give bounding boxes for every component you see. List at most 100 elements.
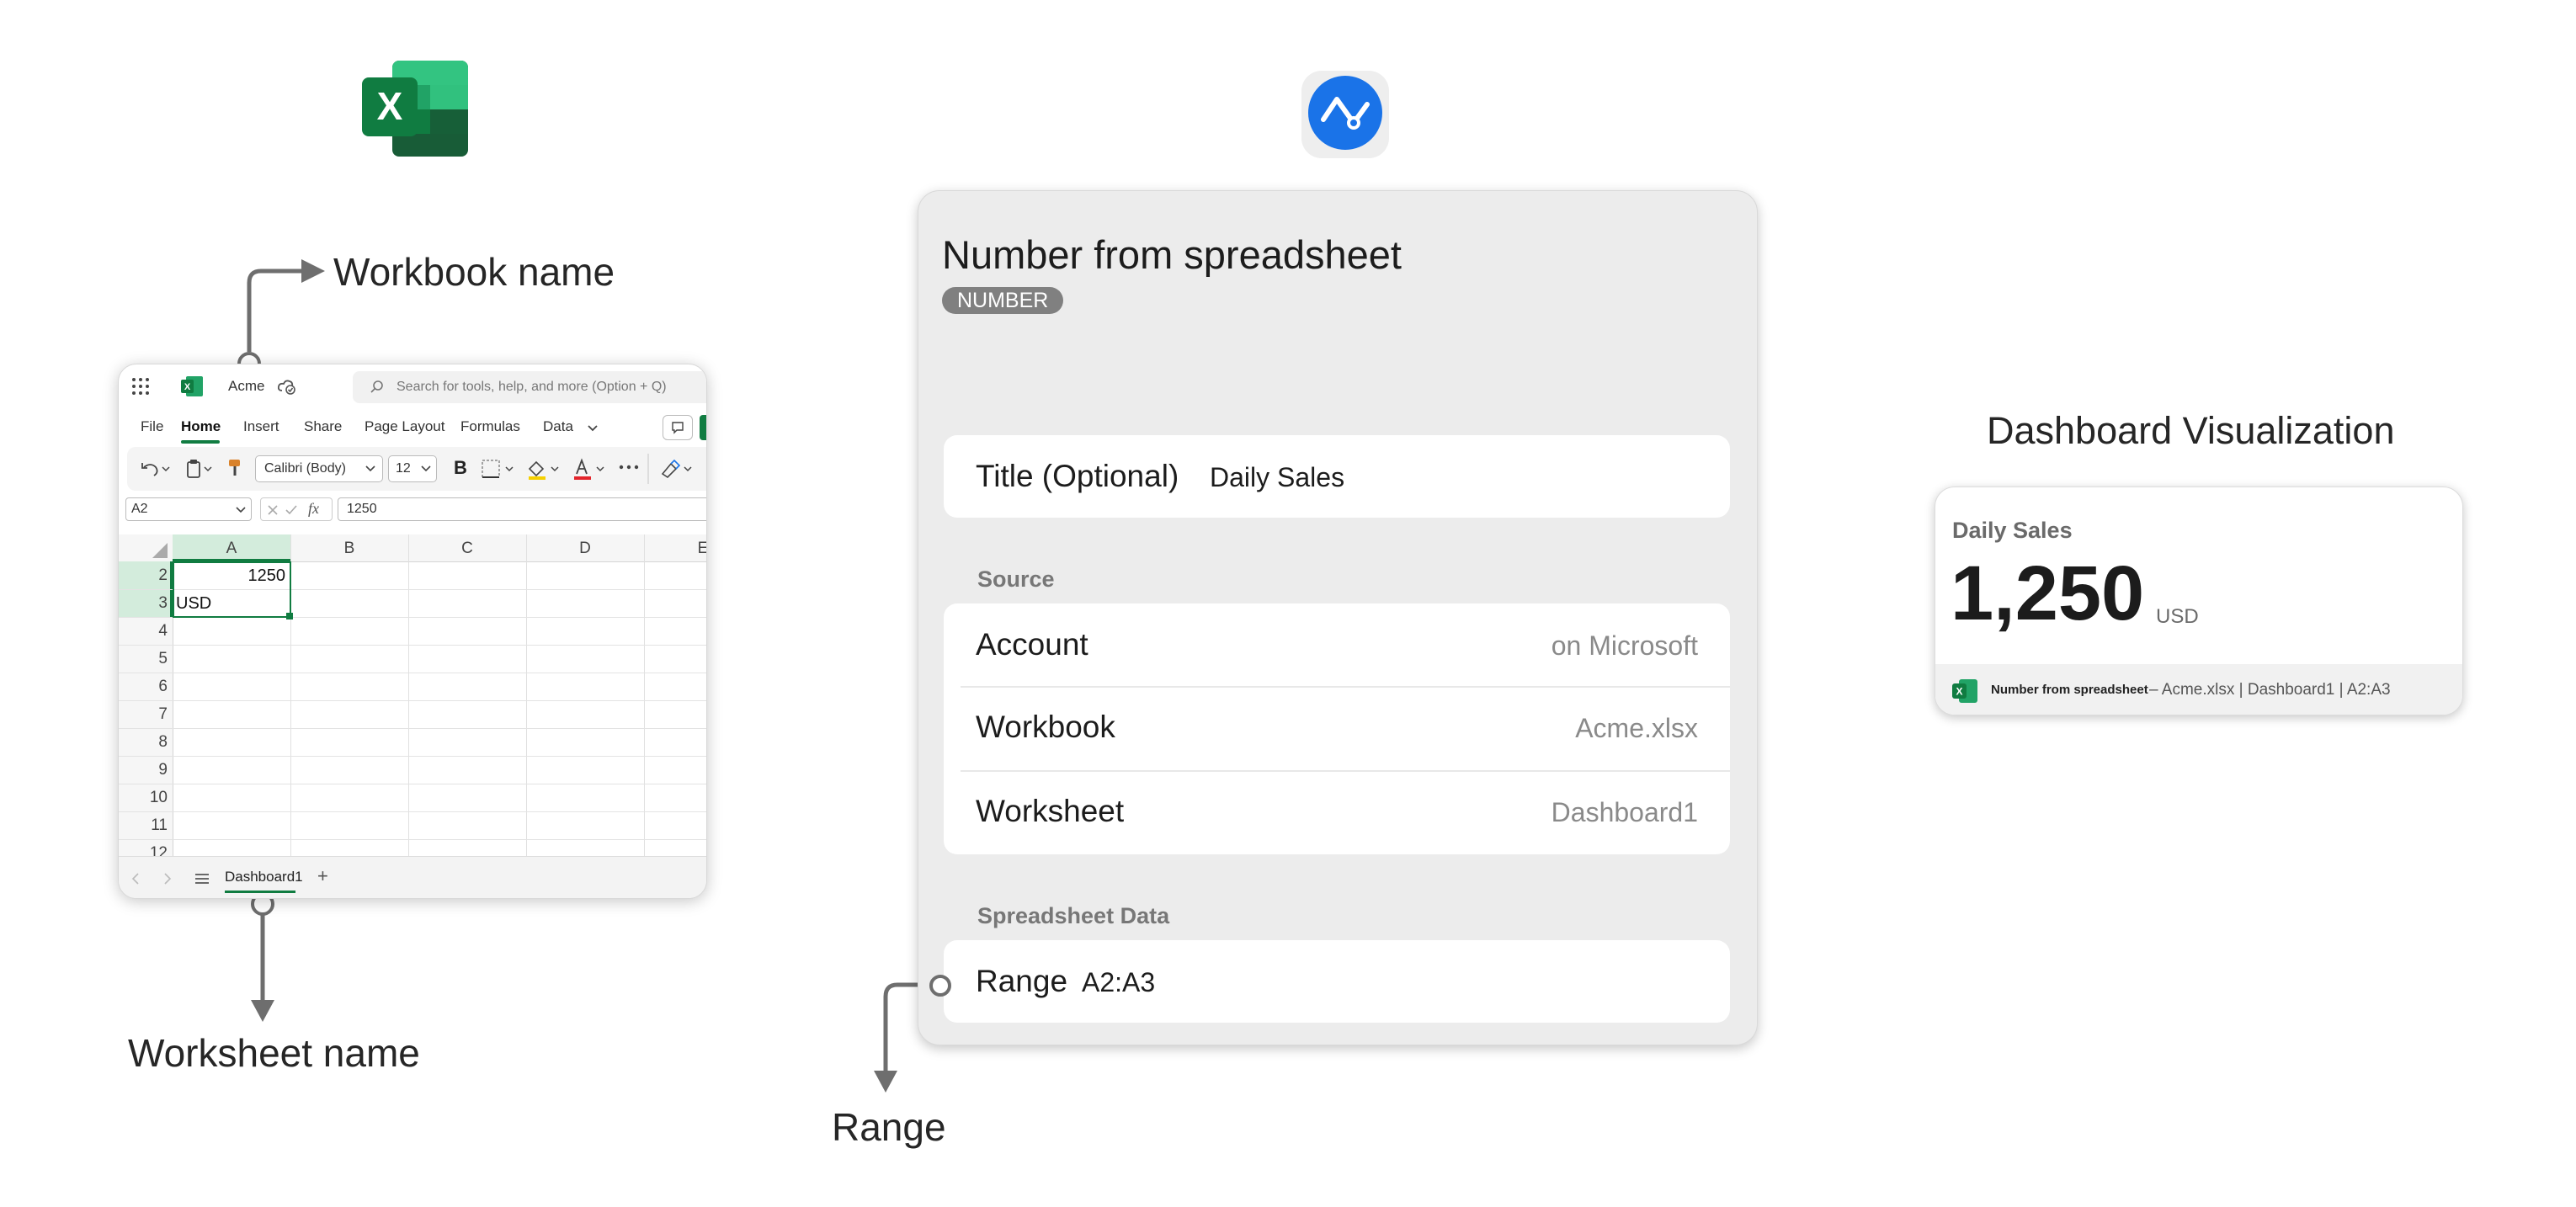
- spreadsheet-data-section-header: Spreadsheet Data: [977, 903, 1170, 928]
- grid-line: [526, 534, 527, 856]
- annotation-dashboard-visualization: Dashboard Visualization: [1987, 409, 2395, 452]
- excel-small-icon: X: [181, 376, 203, 396]
- comments-button[interactable]: [663, 415, 693, 440]
- range-value[interactable]: A2:A3: [1082, 967, 1155, 998]
- insert-function-icon[interactable]: fx: [308, 500, 319, 518]
- title-field[interactable]: Title (Optional) Daily Sales: [944, 435, 1730, 518]
- format-painter-icon[interactable]: [226, 457, 243, 481]
- fill-handle[interactable]: [286, 613, 293, 619]
- borders-icon[interactable]: [481, 459, 519, 479]
- app-launcher-icon[interactable]: [130, 376, 151, 396]
- tab-insert[interactable]: Insert: [243, 418, 279, 435]
- tab-formulas[interactable]: Formulas: [460, 418, 520, 435]
- row-header-9[interactable]: 9: [119, 761, 173, 779]
- cell-a3[interactable]: USD: [176, 594, 211, 614]
- column-header-e[interactable]: E: [644, 540, 706, 558]
- grid-line: [644, 534, 645, 856]
- font-color-icon[interactable]: [572, 457, 610, 481]
- worksheet-grid[interactable]: A B C D E 23456789101112 1250 USD: [119, 534, 706, 868]
- grid-row-line: [119, 700, 706, 701]
- enter-check-icon[interactable]: [285, 503, 298, 517]
- paste-icon[interactable]: [184, 457, 218, 481]
- row-header-8[interactable]: 8: [119, 733, 173, 752]
- bold-button[interactable]: B: [454, 457, 467, 479]
- dashboard-unit: USD: [2156, 605, 2199, 628]
- tab-file[interactable]: File: [141, 418, 163, 435]
- annotation-range: Range: [832, 1105, 946, 1149]
- cancel-icon[interactable]: [266, 503, 279, 517]
- dashboard-card[interactable]: Daily Sales 1,250 USD X Number from spre…: [1935, 487, 2463, 715]
- column-header-b[interactable]: B: [290, 540, 408, 558]
- tab-data[interactable]: Data: [543, 418, 573, 435]
- annotation-worksheet-name: Worksheet name: [128, 1031, 420, 1075]
- shortcut-panel: Number from spreadsheet NUMBER Title (Op…: [918, 190, 1758, 1045]
- formula-controls: fx: [260, 497, 333, 521]
- column-header-d[interactable]: D: [526, 540, 644, 558]
- range-label: Range: [976, 964, 1068, 998]
- name-box-value: A2: [131, 502, 148, 516]
- dashboard-footer-detail: – Acme.xlsx | Dashboard1 | A2:A3: [2149, 681, 2391, 699]
- row-header-4[interactable]: 4: [119, 622, 173, 641]
- sheet-tab-dashboard1[interactable]: Dashboard1: [225, 869, 303, 885]
- cell-a2[interactable]: 1250: [178, 566, 286, 586]
- dashboard-value: 1,250: [1951, 550, 2145, 636]
- dashboard-footer: X Number from spreadsheet – Acme.xlsx | …: [1935, 664, 2462, 715]
- workbook-value: Acme.xlsx: [1575, 713, 1698, 743]
- panel-title: Number from spreadsheet: [942, 232, 1402, 277]
- title-field-value[interactable]: Daily Sales: [1210, 462, 1344, 493]
- grid-row-line: [119, 839, 706, 840]
- range-connector-dot: [929, 975, 951, 997]
- row-header-3[interactable]: 3: [119, 594, 173, 613]
- font-name-select[interactable]: Calibri (Body): [255, 455, 383, 482]
- account-row[interactable]: Account on Microsoft: [944, 604, 1730, 686]
- row-header-7[interactable]: 7: [119, 705, 173, 724]
- tabs-more-chevron-icon[interactable]: [587, 423, 599, 433]
- styles-icon[interactable]: [659, 457, 696, 481]
- worksheet-row[interactable]: Worksheet Dashboard1: [944, 772, 1730, 854]
- row-header-11[interactable]: 11: [119, 816, 173, 835]
- grid-row-line: [119, 811, 706, 812]
- excel-small-icon: X: [1952, 679, 1977, 703]
- tab-page-layout[interactable]: Page Layout: [365, 418, 444, 435]
- dashboard-title: Daily Sales: [1952, 518, 2073, 543]
- row-header-5[interactable]: 5: [119, 650, 173, 668]
- formula-bar[interactable]: 1250: [338, 497, 706, 521]
- select-all-icon[interactable]: [152, 543, 168, 558]
- tab-home[interactable]: Home: [181, 418, 221, 435]
- range-field[interactable]: Range A2:A3: [944, 940, 1730, 1023]
- more-options-icon[interactable]: [619, 464, 639, 471]
- fill-color-icon[interactable]: [526, 457, 565, 481]
- chevron-down-icon: [236, 507, 246, 513]
- all-sheets-menu-icon[interactable]: [194, 872, 210, 885]
- column-header-a[interactable]: A: [173, 540, 290, 558]
- worksheet-label: Worksheet: [976, 794, 1125, 828]
- tab-home-underline: [181, 440, 220, 444]
- name-box[interactable]: A2: [125, 497, 252, 521]
- svg-text:X: X: [1956, 686, 1962, 698]
- workbook-row[interactable]: Workbook Acme.xlsx: [944, 688, 1730, 770]
- ribbon-toolbar: Calibri (Body) 12 B: [127, 447, 706, 491]
- tab-share[interactable]: Share: [304, 418, 342, 435]
- row-header-2[interactable]: 2: [119, 566, 173, 585]
- row-header-6[interactable]: 6: [119, 678, 173, 696]
- source-card: Account on Microsoft Workbook Acme.xlsx …: [944, 604, 1730, 854]
- ribbon-tabs: File Home Insert Share Page Layout Formu…: [119, 412, 706, 445]
- ribbon-divider: [647, 454, 649, 484]
- chevron-left-icon[interactable]: [130, 872, 141, 885]
- workbook-title[interactable]: Acme: [228, 378, 264, 395]
- chevron-right-icon[interactable]: [162, 872, 173, 885]
- font-size-select[interactable]: 12: [388, 455, 437, 482]
- font-size-value: 12: [396, 461, 411, 476]
- share-button[interactable]: [700, 415, 706, 440]
- cloud-saved-icon[interactable]: [277, 376, 297, 396]
- add-sheet-button[interactable]: +: [317, 865, 328, 887]
- grid-row-line: [119, 728, 706, 729]
- grid-line: [408, 534, 409, 856]
- undo-icon[interactable]: [139, 459, 173, 479]
- formula-value: 1250: [347, 502, 377, 516]
- search-box[interactable]: Search for tools, help, and more (Option…: [353, 371, 706, 403]
- row-header-10[interactable]: 10: [119, 789, 173, 807]
- comment-icon: [672, 422, 684, 434]
- column-header-c[interactable]: C: [408, 540, 526, 558]
- excel-app-icon: X: [362, 61, 468, 157]
